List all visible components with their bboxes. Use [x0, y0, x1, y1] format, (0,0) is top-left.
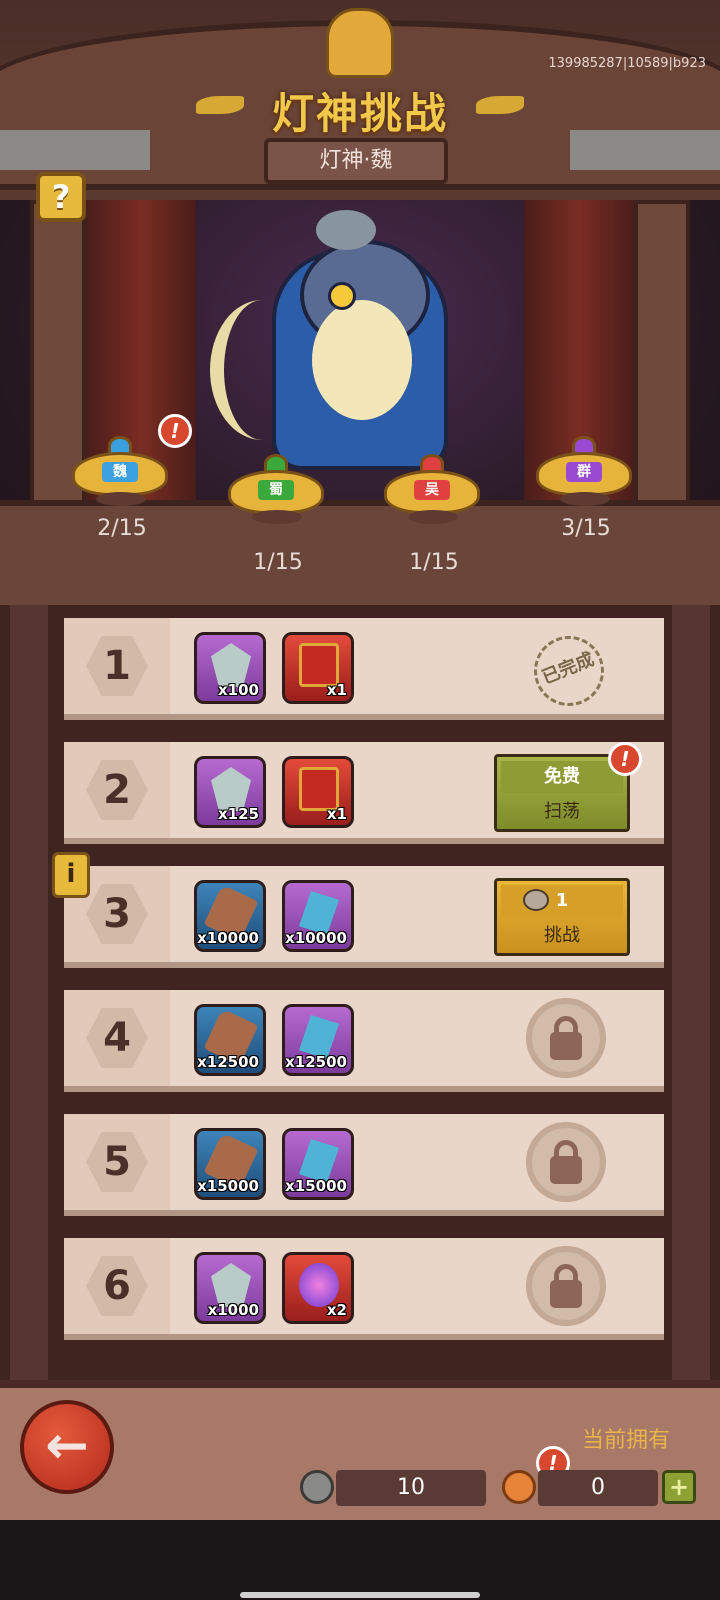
- reward-quantity: x2: [326, 1301, 347, 1319]
- reward-quantity: x10000: [285, 929, 347, 947]
- stage-row[interactable]: 2 x125 x1 免费 扫荡!: [64, 742, 664, 844]
- lamp-qun[interactable]: 群: [536, 430, 636, 506]
- lamp-base: [252, 510, 302, 524]
- debug-id: 139985287|10589|b923: [548, 56, 706, 71]
- lock-icon: [526, 1246, 606, 1326]
- reward-item[interactable]: x15000: [194, 1128, 266, 1200]
- lamp-badge: 魏: [102, 462, 138, 482]
- genie-hair: [316, 210, 376, 250]
- reward-quantity: x15000: [197, 1177, 259, 1195]
- reward-item[interactable]: x12500: [282, 1004, 354, 1076]
- lamp-ticket-icon: [300, 1470, 334, 1504]
- stage-row[interactable]: 1 x100 x1 已完成: [64, 618, 664, 720]
- genie-eye: [328, 282, 356, 310]
- page-title: 灯神挑战: [271, 89, 448, 138]
- right-rail: [672, 605, 710, 1395]
- lamp-count: 3/15: [561, 516, 611, 541]
- lamp-ticket-count: 10: [336, 1470, 486, 1506]
- genie-belly: [312, 300, 412, 420]
- boss-name: 灯神·魏: [319, 148, 393, 173]
- lamp-alert-badge: !: [158, 414, 192, 448]
- sweep-alert-badge: !: [608, 742, 642, 776]
- reward-item[interactable]: x1: [282, 756, 354, 828]
- stage-row[interactable]: 4 x12500 x12500: [64, 990, 664, 1092]
- challenge-button[interactable]: 1 挑战: [494, 878, 630, 956]
- help-button[interactable]: ?: [36, 172, 86, 222]
- lock-icon: [526, 1122, 606, 1202]
- stage-row[interactable]: 5 x15000 x15000: [64, 1114, 664, 1216]
- lamp-count: 1/15: [409, 550, 459, 575]
- lamp-count: 2/15: [97, 516, 147, 541]
- lamp-base: [96, 492, 146, 506]
- reward-quantity: x1000: [207, 1301, 259, 1319]
- lamp-count: 1/15: [253, 550, 303, 575]
- back-button[interactable]: ←: [20, 1400, 114, 1494]
- footer-shadow: [0, 1520, 720, 1600]
- reward-quantity: x12500: [197, 1053, 259, 1071]
- reward-quantity: x125: [218, 805, 259, 823]
- lamp-wei[interactable]: 魏: [72, 430, 172, 506]
- stage-row[interactable]: 3 x10000 x10000 1 挑战: [64, 866, 664, 968]
- reward-item[interactable]: x10000: [282, 880, 354, 952]
- reward-item[interactable]: x100: [194, 632, 266, 704]
- reward-item[interactable]: x1: [282, 632, 354, 704]
- free-label: 免费: [501, 761, 623, 793]
- lamp-ticket-icon: [523, 889, 549, 911]
- reward-quantity: x12500: [285, 1053, 347, 1071]
- reward-item[interactable]: x1000: [194, 1252, 266, 1324]
- genie-idol-icon: [326, 8, 394, 78]
- reward-quantity: x15000: [285, 1177, 347, 1195]
- lock-icon: [526, 998, 606, 1078]
- reward-quantity: x1: [326, 805, 347, 823]
- add-token-button[interactable]: +: [662, 1470, 696, 1504]
- lock-body: [550, 1032, 582, 1060]
- home-indicator[interactable]: [240, 1592, 480, 1598]
- magic-lamp-token-icon: [502, 1470, 536, 1504]
- reward-quantity: x100: [218, 681, 259, 699]
- info-button[interactable]: i: [52, 852, 90, 898]
- reward-item[interactable]: x2: [282, 1252, 354, 1324]
- boss-name-banner: 灯神·魏: [264, 138, 448, 184]
- magic-lamp-token-count: 0: [538, 1470, 658, 1506]
- lamp-base: [408, 510, 458, 524]
- action-label: 挑战: [544, 925, 580, 946]
- lamp-wu[interactable]: 吴: [384, 448, 484, 524]
- owned-label: 当前拥有: [582, 1428, 671, 1453]
- reward-quantity: x1: [326, 681, 347, 699]
- left-rail: [10, 605, 48, 1395]
- lamp-base: [560, 492, 610, 506]
- lamp-badge: 蜀: [258, 480, 294, 500]
- lock-body: [550, 1156, 582, 1184]
- lamp-shu[interactable]: 蜀: [228, 448, 328, 524]
- reward-item[interactable]: x10000: [194, 880, 266, 952]
- lamp-badge: 吴: [414, 480, 450, 500]
- action-label: 扫荡: [544, 801, 580, 822]
- stage-row[interactable]: 6 x1000 x2: [64, 1238, 664, 1340]
- reward-item[interactable]: x15000: [282, 1128, 354, 1200]
- cost-label: 1: [501, 885, 623, 917]
- completed-stamp: 已完成: [523, 625, 615, 717]
- reward-quantity: x10000: [197, 929, 259, 947]
- reward-item[interactable]: x12500: [194, 1004, 266, 1076]
- reward-item[interactable]: x125: [194, 756, 266, 828]
- lamp-badge: 群: [566, 462, 602, 482]
- lock-body: [550, 1280, 582, 1308]
